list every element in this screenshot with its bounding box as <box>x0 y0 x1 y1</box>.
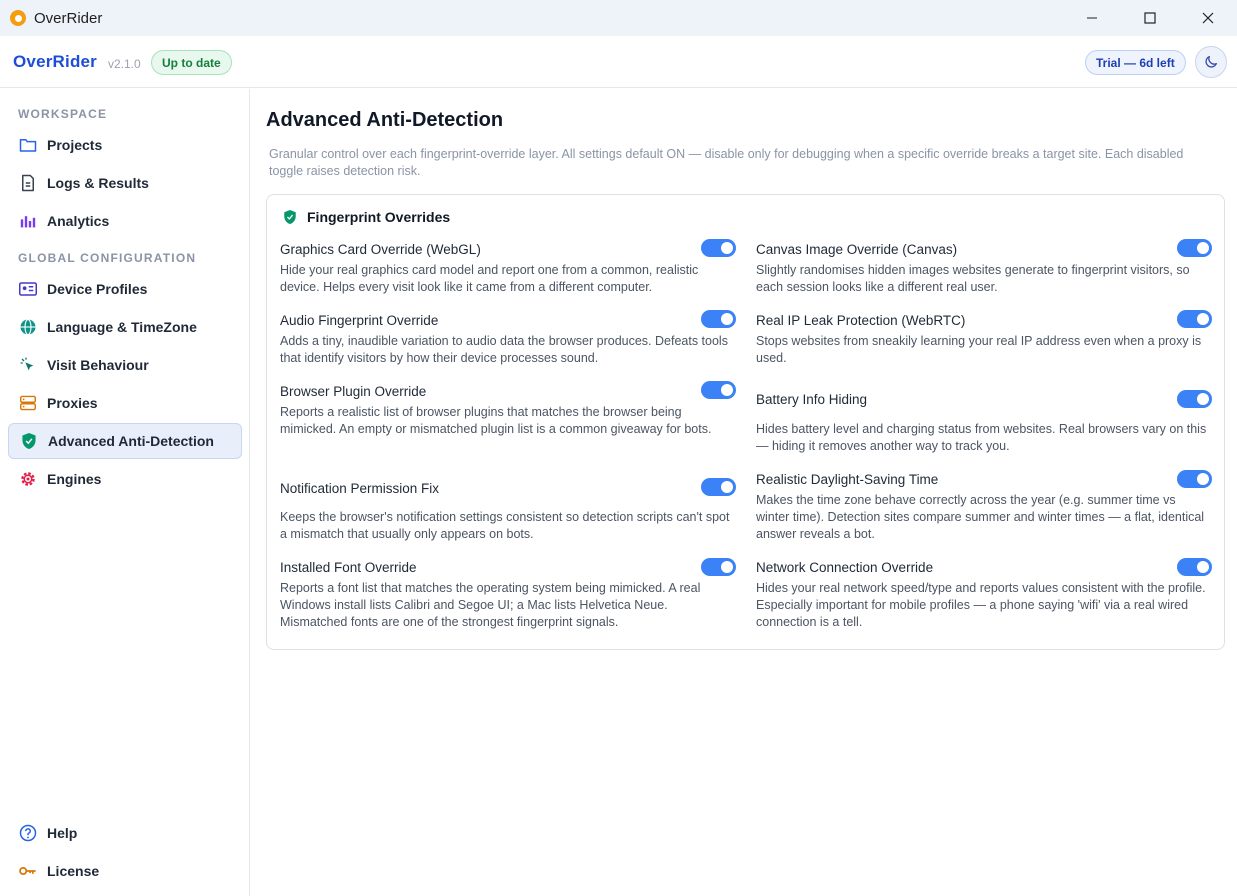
sidebar-item-label: Analytics <box>47 213 110 229</box>
close-icon <box>1202 12 1214 24</box>
app-header: OverRider v2.1.0 Up to date Trial — 6d l… <box>0 36 1237 88</box>
sidebar-item-anti-detection[interactable]: Advanced Anti-Detection <box>8 423 242 459</box>
sidebar: WORKSPACE Projects Logs & Results Analyt… <box>0 89 250 896</box>
section-label-workspace: WORKSPACE <box>18 107 108 121</box>
setting-title: Browser Plugin Override <box>280 384 427 399</box>
setting-description: Reports a realistic list of browser plug… <box>280 405 712 436</box>
card-header: Fingerprint Overrides <box>283 209 450 225</box>
toggle-switch[interactable] <box>1177 558 1212 576</box>
setting-title: Notification Permission Fix <box>280 481 440 496</box>
id-card-icon <box>18 279 38 299</box>
sidebar-item-label: Help <box>47 825 78 841</box>
setting-title: Real IP Leak Protection (WebRTC) <box>756 313 966 328</box>
version-label: v2.1.0 <box>108 57 141 71</box>
update-status-badge: Up to date <box>151 50 232 75</box>
moon-icon <box>1205 56 1217 68</box>
setting-title: Audio Fingerprint Override <box>280 313 439 328</box>
bar-chart-icon <box>18 211 38 231</box>
globe-icon <box>18 317 38 337</box>
main-content: Advanced Anti-Detection Granular control… <box>251 89 1237 896</box>
window-titlebar: OverRider <box>0 0 1237 36</box>
sidebar-item-help[interactable]: Help <box>8 815 242 851</box>
setting-title: Battery Info Hiding <box>756 392 868 407</box>
sidebar-item-device-profiles[interactable]: Device Profiles <box>8 271 242 307</box>
setting-description: Hide your real graphics card model and r… <box>280 263 699 294</box>
sidebar-item-label: Engines <box>47 471 102 487</box>
sidebar-item-label: Advanced Anti-Detection <box>48 433 214 449</box>
shield-check-icon <box>284 210 296 224</box>
toggle-switch[interactable] <box>1177 310 1212 328</box>
setting-description: Makes the time zone behave correctly acr… <box>756 493 1205 541</box>
setting-description: Slightly randomises hidden images websit… <box>756 263 1190 294</box>
setting-title: Graphics Card Override (WebGL) <box>280 242 481 257</box>
shield-check-icon <box>19 431 39 451</box>
setting-description: Reports a font list that matches the ope… <box>280 581 701 629</box>
setting-description: Hides your real network speed/type and r… <box>756 581 1206 629</box>
page-title: Advanced Anti-Detection <box>266 109 504 131</box>
setting-title: Network Connection Override <box>756 560 934 575</box>
help-circle-icon <box>18 823 38 843</box>
setting-title: Installed Font Override <box>280 560 417 575</box>
window-controls <box>1063 0 1237 36</box>
folder-icon <box>18 135 38 155</box>
sidebar-item-analytics[interactable]: Analytics <box>8 203 242 239</box>
close-button[interactable] <box>1179 0 1237 36</box>
sidebar-item-visit-behaviour[interactable]: Visit Behaviour <box>8 347 242 383</box>
setting-title: Canvas Image Override (Canvas) <box>756 242 958 257</box>
app-logo-icon <box>10 10 26 26</box>
key-icon <box>18 861 38 881</box>
setting-title: Realistic Daylight-Saving Time <box>756 472 939 487</box>
theme-toggle-button[interactable] <box>1195 46 1227 78</box>
sidebar-item-label: Language & TimeZone <box>47 319 197 335</box>
toggle-switch[interactable] <box>701 558 736 576</box>
sidebar-item-label: Logs & Results <box>47 175 149 191</box>
sidebar-item-label: License <box>47 863 100 879</box>
sidebar-item-label: Proxies <box>47 395 98 411</box>
document-icon <box>18 173 38 193</box>
setting-description: Adds a tiny, inaudible variation to audi… <box>280 334 728 365</box>
minimize-button[interactable] <box>1063 0 1121 36</box>
sidebar-item-label: Visit Behaviour <box>47 357 149 373</box>
toggle-switch[interactable] <box>1177 390 1212 408</box>
window-title: OverRider <box>34 9 103 27</box>
toggle-switch[interactable] <box>701 478 736 496</box>
cursor-click-icon <box>18 355 38 375</box>
maximize-icon <box>1144 12 1156 24</box>
setting-description: Hides battery level and charging status … <box>756 422 1207 453</box>
toggle-switch[interactable] <box>701 310 736 328</box>
server-icon <box>18 393 38 413</box>
sidebar-item-language[interactable]: Language & TimeZone <box>8 309 242 345</box>
fingerprint-overrides-card: Fingerprint Overrides Graphics Card Over… <box>266 194 1225 650</box>
toggle-switch[interactable] <box>701 239 736 257</box>
brand-name: OverRider <box>13 52 98 71</box>
toggle-switch[interactable] <box>1177 239 1212 257</box>
sidebar-item-proxies[interactable]: Proxies <box>8 385 242 421</box>
toggle-switch[interactable] <box>701 381 736 399</box>
sidebar-item-projects[interactable]: Projects <box>8 127 242 163</box>
section-label-global: GLOBAL CONFIGURATION <box>18 251 197 265</box>
sidebar-item-engines[interactable]: Engines <box>8 461 242 497</box>
sidebar-item-logs[interactable]: Logs & Results <box>8 165 242 201</box>
gear-icon <box>18 469 38 489</box>
sidebar-item-label: Projects <box>47 137 103 153</box>
sidebar-item-license[interactable]: License <box>8 853 242 889</box>
minimize-icon <box>1087 17 1097 19</box>
setting-description: Keeps the browser's notification setting… <box>280 510 730 541</box>
card-title: Fingerprint Overrides <box>307 209 451 225</box>
page-description: Granular control over each fingerprint-o… <box>269 147 1184 178</box>
setting-description: Stops websites from sneakily learning yo… <box>756 334 1202 365</box>
maximize-button[interactable] <box>1121 0 1179 36</box>
trial-badge[interactable]: Trial — 6d left <box>1085 50 1186 75</box>
toggle-switch[interactable] <box>1177 470 1212 488</box>
sidebar-item-label: Device Profiles <box>47 281 148 297</box>
